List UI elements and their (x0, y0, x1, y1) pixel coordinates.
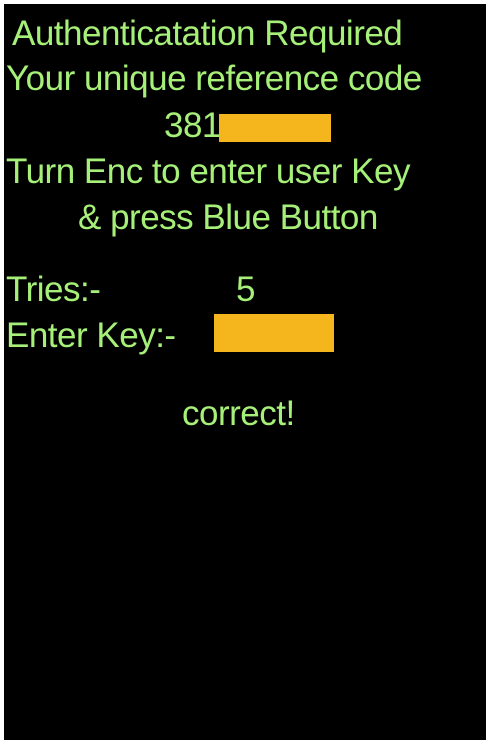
instruction-line-2: & press Blue Button (78, 198, 378, 237)
result-message: correct! (182, 394, 295, 433)
tries-value: 5 (236, 270, 255, 309)
reference-code-visible: 381 (164, 106, 221, 145)
device-screen: Authenticatation Required Your unique re… (4, 4, 486, 740)
reference-code-row: 381 (164, 106, 331, 146)
reference-code-redaction (218, 113, 331, 142)
auth-title: Authenticatation Required (12, 14, 403, 53)
instruction-line-1: Turn Enc to enter user Key (6, 152, 410, 191)
tries-label: Tries:- (6, 270, 101, 309)
entered-key-redaction (214, 314, 334, 352)
enter-key-label: Enter Key:- (6, 316, 176, 355)
reference-label: Your unique reference code (6, 59, 422, 98)
